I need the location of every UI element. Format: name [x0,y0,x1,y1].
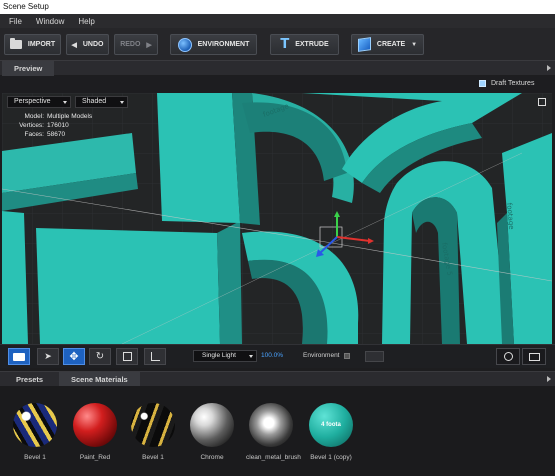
patterned-sphere-icon [13,403,57,447]
menu-file[interactable]: File [9,17,22,26]
material-item[interactable]: 4 foota Bevel 1 (copy) [306,403,356,461]
viewport-toolbar: ➤ ✥ ↻ Single Light 100.0% Environment [0,344,555,368]
monitor-icon [528,352,540,361]
camera-tool-button[interactable] [8,348,30,365]
environment-swatch[interactable] [365,351,384,362]
panel-expand-icon[interactable] [547,376,551,382]
move-arrows-icon: ✥ [69,350,79,363]
window-title: Scene Setup [0,0,555,14]
zoom-level[interactable]: 100.0% [261,352,283,359]
extrude-button[interactable]: T EXTRUDE [270,34,339,55]
circle-icon [503,352,513,361]
materials-list: Bevel 1 Paint_Red Bevel 1 Chrome clean_m… [0,386,555,476]
camera-icon [13,352,25,361]
material-item[interactable]: Chrome [187,403,237,461]
projection-select[interactable]: Perspective [7,96,71,108]
material-item[interactable]: Paint_Red [70,403,120,461]
move-tool-button[interactable]: ✥ [63,348,85,365]
rotate-tool-button[interactable]: ↻ [89,348,111,365]
chevron-down-icon [120,101,124,104]
tab-scene-materials[interactable]: Scene Materials [59,372,140,387]
environment-checkbox[interactable] [344,353,350,359]
menu-window[interactable]: Window [36,17,64,26]
redo-button[interactable]: REDO ▶ [114,34,158,55]
model-stats: Model: Multiple Models Vertices: 176010 Fa… [16,112,92,139]
preview-viewport[interactable]: footage footage 5 footage Perspective Sh… [2,93,552,344]
material-item[interactable]: clean_metal_brush [246,403,301,461]
snap-corner-icon [150,352,160,361]
chevron-down-icon [249,355,253,358]
redo-arrow-icon: ▶ [146,41,152,49]
chevron-down-icon: ▼ [411,41,418,48]
main-toolbar: IMPORT ◀ UNDO REDO ▶ ENVIRONMENT T EXTRU… [0,28,555,61]
preview-options-bar: Draft Textures [0,76,555,93]
shading-select[interactable]: Shaded [75,96,128,108]
rotate-icon: ↻ [95,351,105,362]
globe-icon [177,37,192,52]
environment-button[interactable]: ENVIRONMENT [170,34,257,55]
metal-sphere-icon [249,403,293,447]
chevron-down-icon [63,101,67,104]
red-sphere-icon [73,403,117,447]
black-gold-sphere-icon [131,403,175,447]
stats-row-faces: Faces: 58670 [24,131,66,138]
undo-button[interactable]: ◀ UNDO [66,34,109,55]
monitor-button[interactable] [522,348,546,365]
chrome-sphere-icon [190,403,234,447]
stats-row-vertices: Vertices: 176010 [19,122,69,129]
teal-footage-sphere-icon: 4 foota [309,403,353,447]
snap-tool-button[interactable] [144,348,166,365]
light-select[interactable]: Single Light [193,350,257,362]
folder-icon [9,38,22,49]
menu-bar: File Window Help [0,14,555,28]
menu-help[interactable]: Help [78,17,94,26]
stats-row-model: Model: Multiple Models [24,113,93,120]
preview-panel-header: Preview [0,60,555,76]
environment-toggle-label: Environment [303,352,340,359]
tab-preview[interactable]: Preview [2,61,55,76]
undo-arrow-icon: ◀ [71,41,77,49]
extrude-t-icon: T [280,37,290,52]
material-item[interactable]: Bevel 1 [128,403,178,461]
scale-tool-button[interactable] [116,348,138,365]
scale-icon [122,352,132,361]
sphere-text: 4 foota [321,422,341,428]
cube-icon [357,37,371,52]
select-tool-button[interactable]: ➤ [37,348,59,365]
draft-textures-checkbox[interactable] [479,80,486,87]
create-button[interactable]: CREATE ▼ [351,34,424,55]
maximize-viewport-icon[interactable] [538,98,546,106]
tab-presets[interactable]: Presets [2,372,58,387]
material-item[interactable]: Bevel 1 [10,403,60,461]
import-button[interactable]: IMPORT [4,34,61,55]
cursor-icon: ➤ [44,351,52,361]
panel-expand-icon[interactable] [547,65,551,71]
draft-textures-label: Draft Textures [491,80,535,87]
materials-panel-header: Presets Scene Materials [0,371,555,387]
record-button[interactable] [496,348,520,365]
